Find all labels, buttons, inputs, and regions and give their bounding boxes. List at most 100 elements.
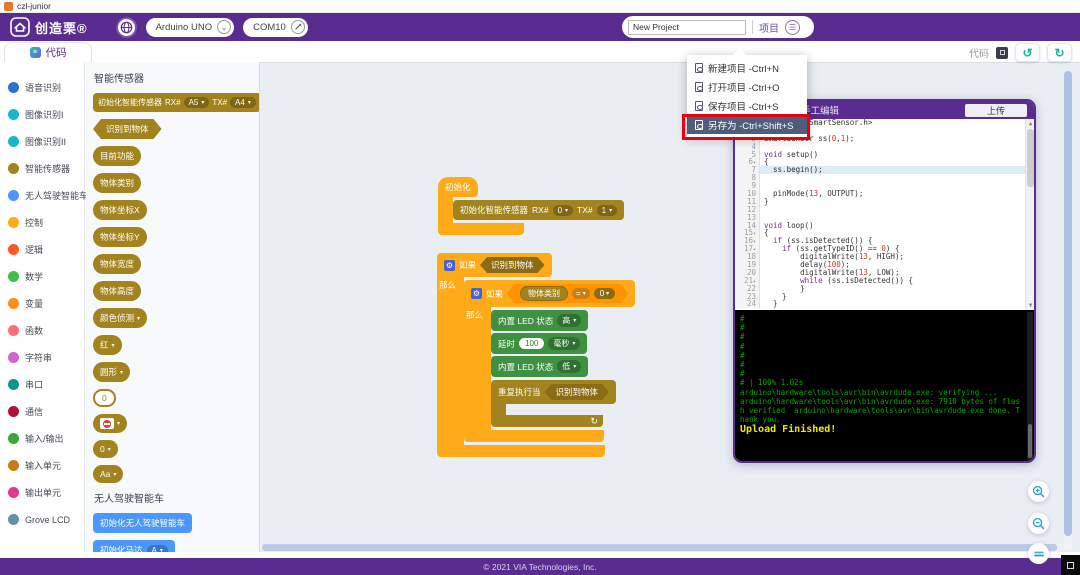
code-line[interactable]: 14 void loop(): [735, 221, 1034, 230]
gear-icon[interactable]: ⚙: [444, 259, 455, 271]
block-color-detect[interactable]: 颜色侦测 ▾: [93, 308, 148, 328]
sidebar-item[interactable]: 图像识别II: [0, 128, 84, 155]
vertical-scrollbar[interactable]: [1064, 71, 1072, 549]
sidebar-item[interactable]: 串口: [0, 371, 84, 398]
sidebar-item[interactable]: 通信: [0, 398, 84, 425]
sidebar-item[interactable]: 语音识别: [0, 74, 84, 101]
sidebar-item[interactable]: 无人驾驶智能车: [0, 182, 88, 209]
sidebar-item[interactable]: 图像识别I: [0, 101, 84, 128]
block-detected[interactable]: 识别到物体: [93, 119, 162, 139]
code-line[interactable]: 10 pinMode(13, OUTPUT);: [735, 190, 1034, 198]
sidebar-item[interactable]: 输出单元: [0, 479, 84, 506]
console-scrollbar[interactable]: [1027, 312, 1033, 460]
led-state-dropdown[interactable]: 高: [557, 314, 582, 327]
menu-item[interactable]: 新建项目 -Ctrl+N: [687, 58, 807, 77]
block-object-x[interactable]: 物体坐标X: [93, 200, 147, 220]
code-line[interactable]: 12: [735, 205, 1034, 214]
block-init-car[interactable]: 初始化无人驾驶智能车: [93, 513, 193, 533]
block-id-dropdown[interactable]: 0 ▾: [93, 440, 118, 458]
sidebar-item[interactable]: 逻辑: [0, 236, 84, 263]
sidebar-item[interactable]: 智能传感器: [0, 155, 84, 182]
category-color-dot: [8, 271, 19, 282]
block-number-input[interactable]: 0: [93, 389, 116, 407]
language-globe-button[interactable]: [115, 16, 137, 38]
code-editor[interactable]: ▲▼ 1#include <SmartSensor.h>23SmartSenso…: [735, 119, 1034, 310]
tx-dropdown[interactable]: A4: [230, 97, 256, 108]
category-label: 串口: [25, 380, 44, 390]
code-line[interactable]: 24 }: [735, 300, 1034, 309]
value-dropdown[interactable]: 0: [594, 288, 615, 299]
block-repeat-until[interactable]: 重复执行当 识别到物体 ↻: [491, 380, 617, 427]
port-select[interactable]: COM10: [243, 17, 308, 37]
block-led-high[interactable]: 内置 LED 状态 高: [491, 310, 589, 331]
sidebar-item[interactable]: 输入单元: [0, 452, 84, 479]
undo-button[interactable]: ↺: [1015, 43, 1040, 62]
motor-dropdown[interactable]: A: [146, 544, 168, 552]
category-label: 输入单元: [25, 461, 62, 471]
block-shape-dropdown[interactable]: 圆形 ▾: [93, 362, 131, 382]
block-delay[interactable]: 延时 100 毫秒: [491, 333, 588, 354]
rx-dropdown[interactable]: 0: [552, 204, 574, 216]
code-line[interactable]: 11}: [735, 198, 1034, 206]
block-led-low[interactable]: 内置 LED 状态 低: [491, 356, 589, 377]
tab-code[interactable]: ≡ 代码: [4, 42, 92, 62]
code-line[interactable]: 7 ss.begin();: [735, 166, 1034, 175]
sidebar-item[interactable]: 函数: [0, 317, 84, 344]
condition-detected[interactable]: 识别到物体: [480, 257, 545, 273]
block-current-function[interactable]: 目前功能: [93, 146, 142, 166]
sidebar-item[interactable]: 变量: [0, 290, 84, 317]
redo-button[interactable]: ↻: [1047, 43, 1072, 62]
block-init-sensor-canvas[interactable]: 初始化智能传感器RX# 0 TX# 1: [453, 200, 625, 220]
block-object-class[interactable]: 物体类别: [93, 173, 142, 193]
chevron-down-icon[interactable]: ⌄: [217, 20, 232, 34]
save-as-icon: [695, 119, 703, 130]
save-file-icon: [695, 100, 703, 111]
project-menu-button[interactable]: ☰: [785, 19, 800, 35]
block-image-dropdown[interactable]: ▾: [93, 414, 128, 433]
block-object-height[interactable]: 物体高度: [93, 281, 142, 301]
zoom-out-button[interactable]: [1028, 513, 1049, 534]
tx-dropdown[interactable]: 1: [596, 204, 618, 216]
menu-item[interactable]: 另存为 -Ctrl+Shift+S: [687, 115, 807, 134]
code-line[interactable]: 8: [735, 174, 1034, 183]
center-view-button[interactable]: [1028, 543, 1049, 564]
code-scrollbar[interactable]: ▲ ▼: [1025, 119, 1034, 310]
zoom-in-button[interactable]: [1028, 481, 1049, 502]
delay-input[interactable]: 100: [519, 338, 545, 349]
horizontal-scrollbar[interactable]: [260, 544, 1072, 551]
connect-icon[interactable]: [290, 20, 305, 34]
code-line[interactable]: 5 void setup(): [735, 150, 1034, 159]
menu-item[interactable]: 打开项目 -Ctrl+O: [687, 77, 807, 96]
category-color-dot: [8, 190, 19, 201]
sidebar-item[interactable]: 输入/输出: [0, 425, 84, 452]
console-line: #: [740, 369, 745, 379]
block-object-y[interactable]: 物体坐标Y: [93, 227, 147, 247]
block-init-sensor[interactable]: 初始化智能传感器RX# A5 TX# A4: [93, 93, 259, 112]
condition-detected[interactable]: 识别到物体: [545, 384, 610, 400]
sidebar-item[interactable]: 控制: [0, 209, 84, 236]
led-state-dropdown[interactable]: 低: [557, 360, 582, 373]
sidebar-item[interactable]: 字符串: [0, 344, 84, 371]
block-object-width[interactable]: 物体宽度: [93, 254, 142, 274]
code-line[interactable]: 23 }: [735, 292, 1034, 301]
palette-section-title: 智能传感器: [94, 74, 144, 85]
script-main[interactable]: ⚙ 如果 识别到物体 那么 ⚙ 如果 物体类别 = 0: [437, 253, 636, 457]
upload-button[interactable]: 上传: [965, 103, 1027, 117]
condition-equals[interactable]: 物体类别 = 0: [507, 284, 628, 303]
block-text-dropdown[interactable]: Aa ▾: [93, 465, 124, 483]
code-panel-toggle[interactable]: [996, 46, 1008, 59]
block-init-motor[interactable]: 初始化马达A 速度0 方向0: [93, 540, 175, 552]
script-init[interactable]: 初始化 初始化智能传感器RX# 0 TX# 1: [438, 177, 625, 235]
project-name-input[interactable]: [628, 19, 746, 35]
menu-item[interactable]: 保存项目 -Ctrl+S: [687, 96, 807, 115]
board-select[interactable]: Arduino UNO ⌄: [145, 17, 235, 37]
sidebar-item[interactable]: Grove LCD: [0, 506, 84, 533]
object-class-reporter[interactable]: 物体类别: [520, 286, 568, 301]
gear-icon[interactable]: ⚙: [471, 288, 482, 299]
block-red-dropdown[interactable]: 红 ▾: [93, 335, 122, 355]
operator-dropdown[interactable]: =: [572, 288, 590, 299]
sidebar-item[interactable]: 数学: [0, 263, 84, 290]
inner-if-block[interactable]: ⚙ 如果 物体类别 = 0 那么 内: [464, 280, 636, 442]
unit-dropdown[interactable]: 毫秒: [548, 337, 581, 350]
rx-dropdown[interactable]: A5: [183, 97, 210, 108]
